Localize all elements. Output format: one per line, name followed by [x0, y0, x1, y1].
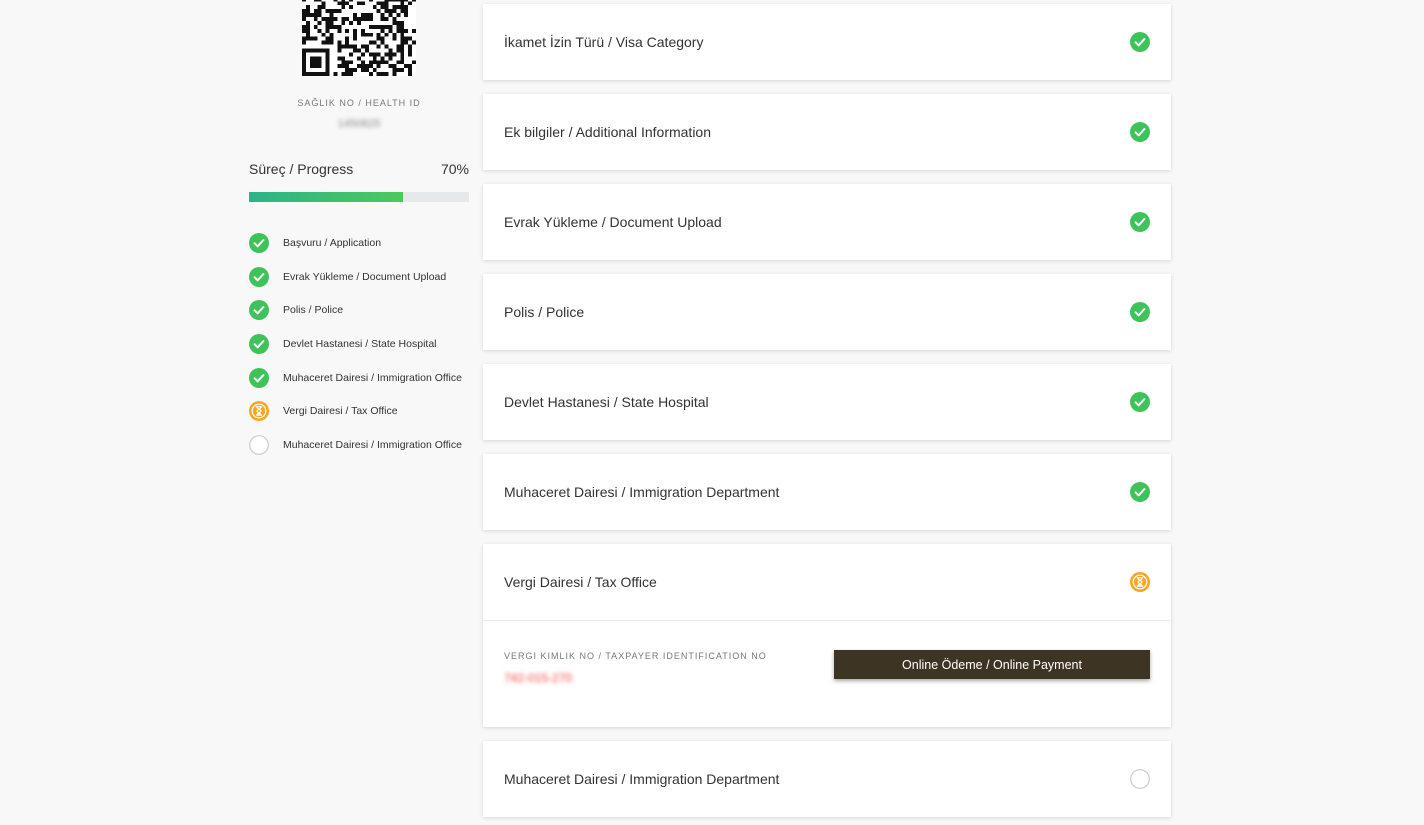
step-label: Devlet Hastanesi / State Hospital: [283, 337, 437, 350]
card-header[interactable]: İkamet İzin Türü / Visa Category: [483, 4, 1171, 80]
empty-circle-icon: [249, 435, 269, 455]
check-circle-icon: [1130, 122, 1150, 142]
check-circle-icon: [1130, 212, 1150, 232]
progress-label: Süreç / Progress: [249, 161, 354, 177]
check-circle-icon: [1130, 32, 1150, 52]
hourglass-icon: [249, 401, 269, 422]
application-steps: İkamet İzin Türü / Visa Category Ek bilg…: [483, 4, 1171, 825]
taxpayer-id-value: 742-015-270: [504, 671, 573, 685]
card-title: Ek bilgiler / Additional Information: [504, 124, 711, 140]
card-police[interactable]: Polis / Police: [483, 274, 1171, 350]
step-item: Muhaceret Dairesi / Immigration Office: [249, 361, 479, 395]
card-tax-office[interactable]: Vergi Dairesi / Tax Office VERGI KIMLIK …: [483, 544, 1171, 727]
progress-bar-fill: [249, 192, 403, 202]
check-circle-icon: [249, 232, 269, 253]
step-item: Evrak Yükleme / Document Upload: [249, 260, 479, 294]
health-id-value: 1450825: [337, 118, 381, 130]
card-title: İkamet İzin Türü / Visa Category: [504, 34, 704, 50]
step-label: Vergi Dairesi / Tax Office: [283, 405, 398, 418]
check-circle-icon: [249, 333, 269, 354]
card-header[interactable]: Evrak Yükleme / Document Upload: [483, 184, 1171, 260]
step-item: Vergi Dairesi / Tax Office: [249, 394, 479, 428]
check-circle-icon: [1130, 392, 1150, 412]
card-title: Muhaceret Dairesi / Immigration Departme…: [504, 484, 780, 500]
card-body: VERGI KIMLIK NO / TAXPAYER IDENTIFICATIO…: [483, 620, 1171, 727]
hourglass-icon: [1130, 572, 1150, 592]
check-circle-icon: [1130, 302, 1150, 322]
card-visa-category[interactable]: İkamet İzin Türü / Visa Category: [483, 4, 1171, 80]
card-header[interactable]: Devlet Hastanesi / State Hospital: [483, 364, 1171, 440]
check-circle-icon: [249, 367, 269, 388]
step-label: Muhaceret Dairesi / Immigration Office: [283, 371, 462, 384]
check-circle-icon: [249, 266, 269, 287]
taxpayer-id-label: VERGI KIMLIK NO / TAXPAYER IDENTIFICATIO…: [504, 651, 767, 661]
check-circle-icon: [249, 300, 269, 321]
card-title: Polis / Police: [504, 304, 585, 320]
step-item: Devlet Hastanesi / State Hospital: [249, 327, 479, 361]
check-circle-icon: [1130, 482, 1150, 502]
card-additional-information[interactable]: Ek bilgiler / Additional Information: [483, 94, 1171, 170]
card-document-upload[interactable]: Evrak Yükleme / Document Upload: [483, 184, 1171, 260]
card-header[interactable]: Ek bilgiler / Additional Information: [483, 94, 1171, 170]
progress-header: Süreç / Progress 70%: [249, 161, 469, 177]
card-header[interactable]: Muhaceret Dairesi / Immigration Departme…: [483, 741, 1171, 817]
card-state-hospital[interactable]: Devlet Hastanesi / State Hospital: [483, 364, 1171, 440]
qr-code-image: [302, 0, 416, 76]
step-label: Başvuru / Application: [283, 236, 382, 249]
step-item: Başvuru / Application: [249, 226, 479, 260]
progress-bar: [249, 192, 469, 202]
card-title: Evrak Yükleme / Document Upload: [504, 214, 722, 230]
step-label: Muhaceret Dairesi / Immigration Office: [283, 438, 462, 451]
step-list: Başvuru / Application Evrak Yükleme / Do…: [249, 226, 479, 462]
step-label: Evrak Yükleme / Document Upload: [283, 270, 447, 283]
card-immigration-department-final[interactable]: Muhaceret Dairesi / Immigration Departme…: [483, 741, 1171, 817]
card-header[interactable]: Muhaceret Dairesi / Immigration Departme…: [483, 454, 1171, 530]
health-id-label: SAĞLIK NO / HEALTH ID: [297, 98, 421, 108]
card-header[interactable]: Vergi Dairesi / Tax Office: [483, 544, 1171, 620]
step-item: Polis / Police: [249, 293, 479, 327]
step-label: Polis / Police: [283, 304, 344, 317]
progress-percent: 70%: [440, 161, 469, 177]
card-header[interactable]: Polis / Police: [483, 274, 1171, 350]
card-title: Muhaceret Dairesi / Immigration Departme…: [504, 771, 780, 787]
card-immigration-department[interactable]: Muhaceret Dairesi / Immigration Departme…: [483, 454, 1171, 530]
online-payment-button[interactable]: Online Ödeme / Online Payment: [834, 650, 1150, 679]
card-title: Vergi Dairesi / Tax Office: [504, 574, 657, 590]
step-item: Muhaceret Dairesi / Immigration Office: [249, 428, 479, 462]
empty-circle-icon: [1130, 769, 1150, 789]
card-title: Devlet Hastanesi / State Hospital: [504, 394, 709, 410]
